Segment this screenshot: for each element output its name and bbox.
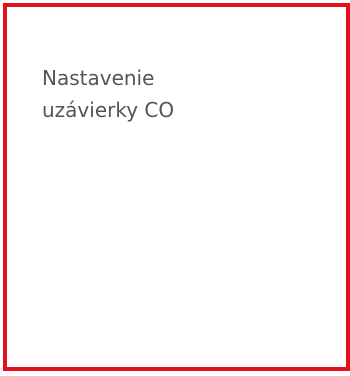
tile-title: Nastavenie uzávierky CO <box>42 62 302 126</box>
tile-title-line-1: Nastavenie <box>42 66 155 90</box>
app-tile-closing-settings[interactable]: Nastavenie uzávierky CO <box>3 3 350 371</box>
tile-title-line-2: uzávierky CO <box>42 98 175 122</box>
